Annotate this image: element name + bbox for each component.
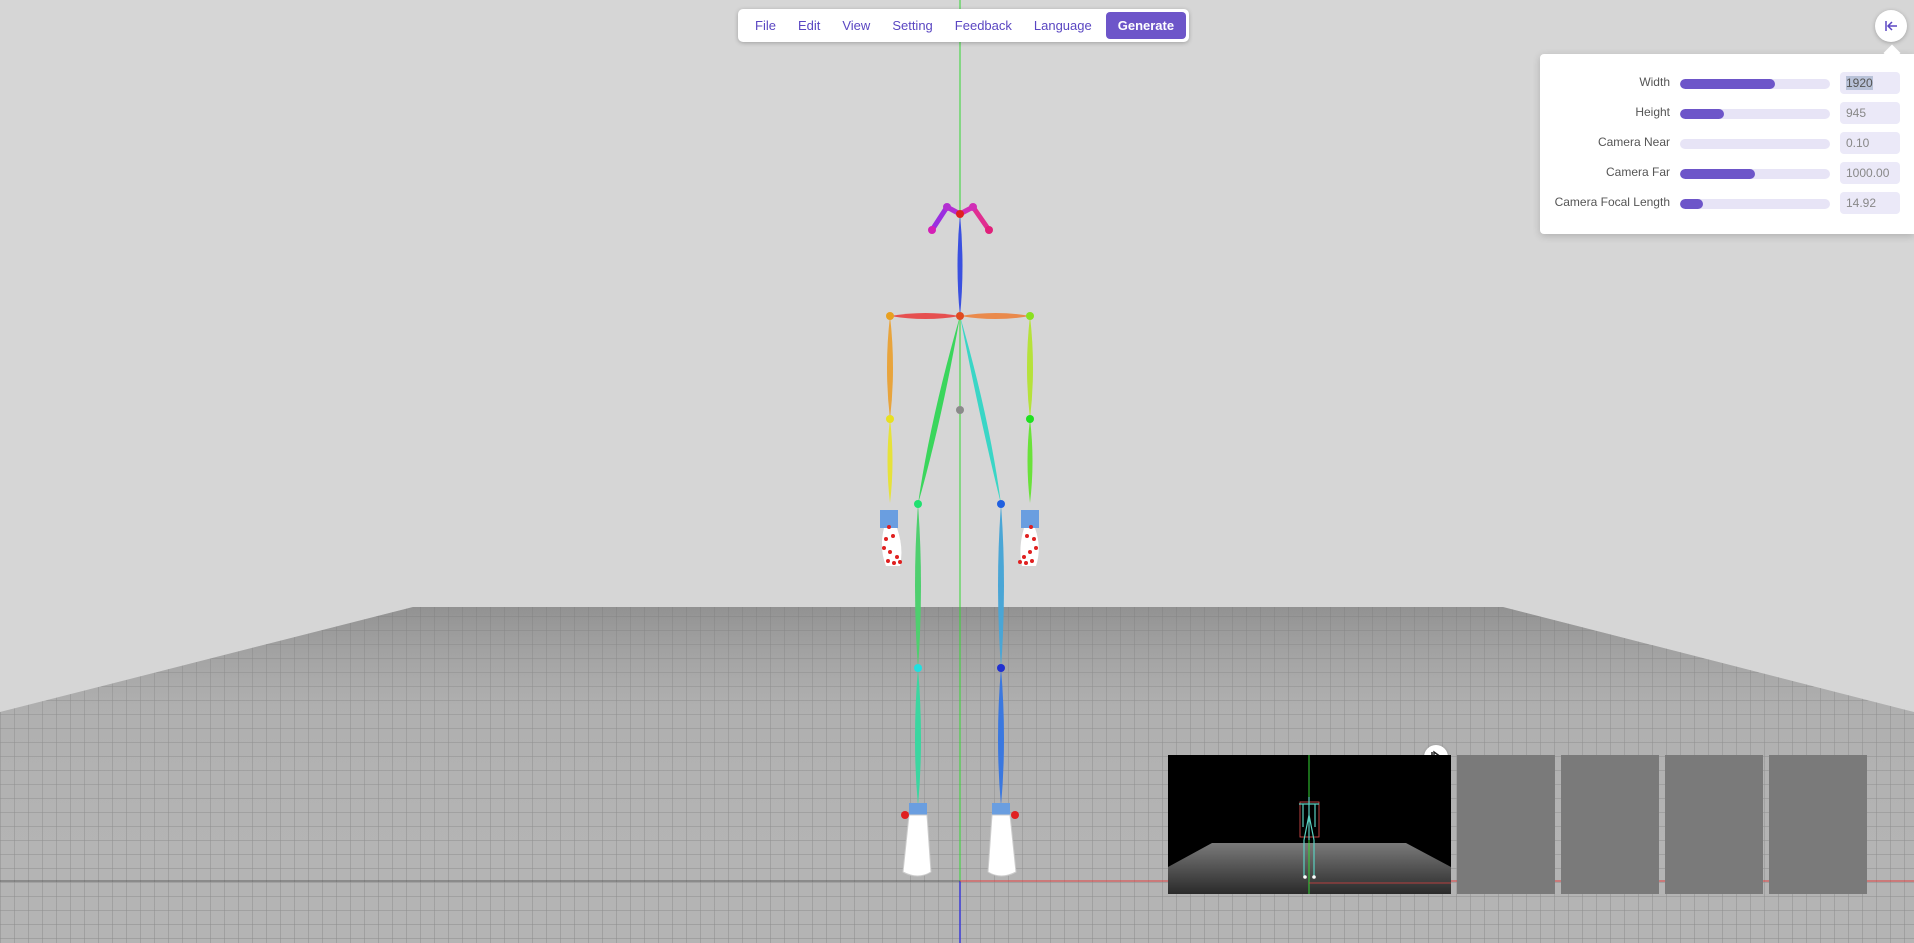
keyframe-thumb[interactable] <box>1457 755 1555 894</box>
width-input[interactable]: 1920 <box>1840 72 1900 94</box>
keyframe-preview-active[interactable] <box>1168 755 1451 894</box>
height-slider[interactable] <box>1680 109 1830 119</box>
keyframe-thumb[interactable] <box>1561 755 1659 894</box>
camera-far-input[interactable]: 1000.00 <box>1840 162 1900 184</box>
camera-near-row: Camera Near 0.10 <box>1540 128 1914 158</box>
camera-near-slider[interactable] <box>1680 139 1830 149</box>
menu-edit[interactable]: Edit <box>787 9 831 42</box>
height-input[interactable]: 945 <box>1840 102 1900 124</box>
width-row: Width 1920 <box>1540 68 1914 98</box>
camera-far-slider[interactable] <box>1680 169 1830 179</box>
width-slider[interactable] <box>1680 79 1830 89</box>
camera-near-label: Camera Near <box>1597 135 1670 149</box>
keyframe-thumb[interactable] <box>1769 755 1867 894</box>
collapse-panel-button[interactable] <box>1875 10 1907 42</box>
camera-focal-length-slider[interactable] <box>1680 199 1830 209</box>
height-label: Height <box>1635 105 1670 119</box>
top-menubar: File Edit View Setting Feedback Language… <box>738 9 1190 42</box>
menu-feedback[interactable]: Feedback <box>944 9 1023 42</box>
collapse-panel-icon <box>1885 21 1897 31</box>
menu-file[interactable]: File <box>744 9 787 42</box>
height-row: Height 945 <box>1540 98 1914 128</box>
camera-focal-length-row: Camera Focal Length 14.92 <box>1540 188 1914 218</box>
menu-view[interactable]: View <box>831 9 881 42</box>
camera-settings-panel: Width 1920 Height 945 Camera Near 0.10 C… <box>1540 54 1914 234</box>
camera-near-input[interactable]: 0.10 <box>1840 132 1900 154</box>
camera-focal-length-label: Camera Focal Length <box>1554 195 1670 209</box>
menu-setting[interactable]: Setting <box>881 9 943 42</box>
keyframe-thumb[interactable] <box>1665 755 1763 894</box>
camera-focal-length-input[interactable]: 14.92 <box>1840 192 1900 214</box>
camera-far-label: Camera Far <box>1605 165 1670 179</box>
menu-language[interactable]: Language <box>1023 9 1103 42</box>
generate-button[interactable]: Generate <box>1105 12 1187 39</box>
camera-far-row: Camera Far 1000.00 <box>1540 158 1914 188</box>
width-label: Width <box>1639 75 1670 89</box>
